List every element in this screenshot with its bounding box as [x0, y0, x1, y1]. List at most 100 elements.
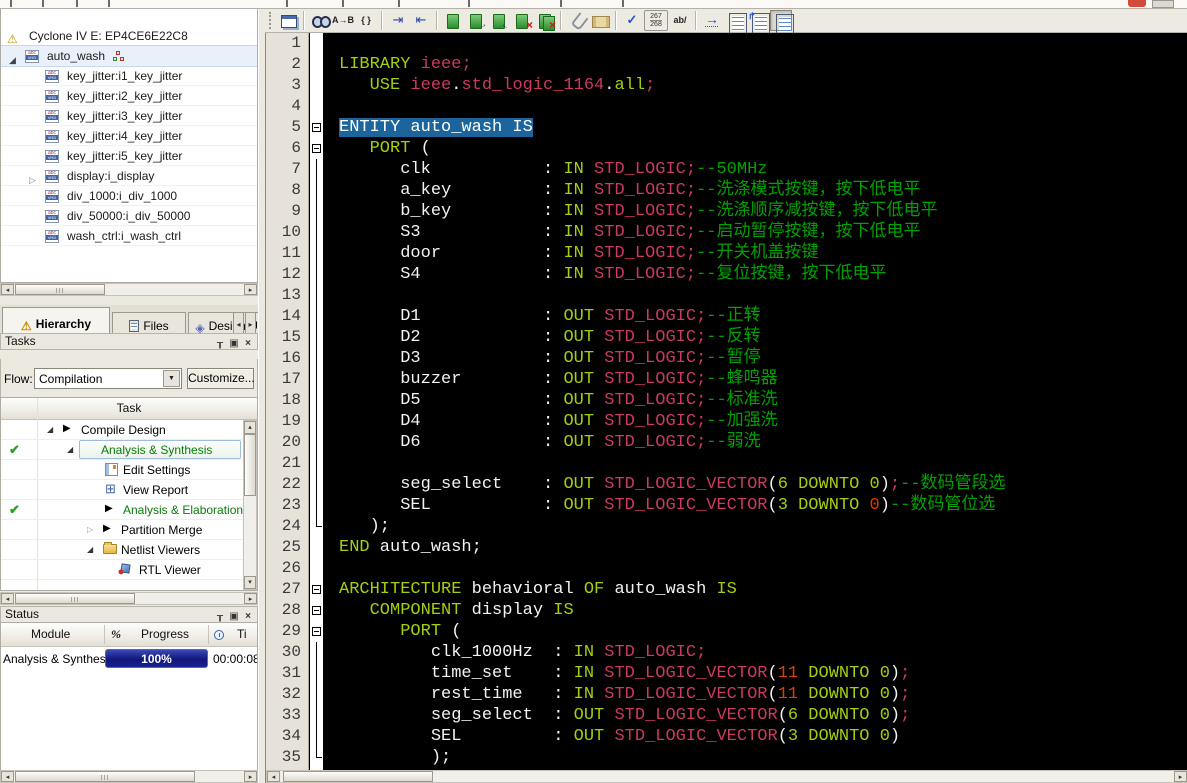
task-row-netlist-viewers[interactable]: ◢Netlist Viewers — [1, 540, 243, 560]
tree-item-child-8[interactable]: abcVHDwash_ctrl:i_wash_ctrl — [1, 226, 257, 246]
code-fold-margin[interactable] — [310, 33, 323, 783]
fold-toggle-icon[interactable] — [310, 138, 323, 159]
tree-item-child-6[interactable]: abcVHDdiv_1000:i_div_1000 — [1, 186, 257, 206]
tree-item-child-3[interactable]: abcVHDkey_jitter:i4_key_jitter — [1, 126, 257, 146]
tree-item-child-7[interactable]: abcVHDdiv_50000:i_div_50000 — [1, 206, 257, 226]
status-module: Analysis & Synthesis — [3, 652, 114, 666]
code-line-30: clk_1000Hz : IN STD_LOGIC; — [323, 642, 1187, 663]
code-line-28: COMPONENT display IS — [323, 600, 1187, 621]
code-text-area[interactable]: LIBRARY ieee; USE ieee.std_logic_1164.al… — [323, 33, 1187, 783]
code-line-25: END auto_wash; — [323, 537, 1187, 558]
line-number: 5 — [266, 117, 308, 138]
toolbar-overflow-button[interactable] — [1152, 0, 1174, 8]
tree-item-child-5[interactable]: ▷abcVHDdisplay:i_display — [1, 166, 257, 186]
pin-icon[interactable]: ┰ — [213, 336, 227, 351]
clear-bookmark-icon[interactable]: × — [511, 10, 533, 31]
code-editor[interactable]: 1234567891011121314151617181920212223242… — [265, 33, 1187, 783]
tree-item-auto-wash[interactable]: ◢abcVHDauto_wash — [1, 46, 257, 66]
previous-bookmark-icon[interactable]: ← — [488, 10, 510, 31]
clock-icon — [214, 629, 224, 643]
fold-margin-cell — [310, 264, 323, 285]
detach-editor-icon[interactable] — [277, 10, 299, 31]
fold-toggle-icon[interactable] — [310, 621, 323, 642]
task-column-header[interactable]: Task — [1, 398, 257, 420]
fold-margin-cell — [310, 432, 323, 453]
line-number: 14 — [266, 306, 308, 327]
fold-margin-cell — [310, 222, 323, 243]
task-label: Edit Settings — [123, 463, 190, 477]
code-line-12: S4 : IN STD_LOGIC;--复位按键，按下低电平 — [323, 264, 1187, 285]
tree-item-child-4[interactable]: abcVHDkey_jitter:i5_key_jitter — [1, 146, 257, 166]
document-outline-icon[interactable] — [724, 10, 746, 31]
expand-icon[interactable]: ▷ — [87, 525, 93, 534]
line-number-gutter: 1234567891011121314151617181920212223242… — [266, 33, 309, 783]
customize-button[interactable]: Customize... — [187, 368, 254, 389]
attach-file-icon[interactable] — [566, 10, 588, 31]
tree-item-child-0[interactable]: abcVHDkey_jitter:i1_key_jitter — [1, 66, 257, 86]
task-row-rtl-viewer[interactable]: RTL Viewer — [1, 560, 243, 580]
fold-toggle-icon[interactable] — [310, 579, 323, 600]
time-column-header[interactable]: Ti — [237, 627, 247, 641]
find-icon[interactable] — [309, 10, 331, 31]
task-label: Partition Merge — [121, 523, 202, 537]
collapse-icon[interactable]: ◢ — [67, 445, 73, 454]
task-row-analysis-elaboration[interactable]: ✔▶Analysis & Elaboration — [1, 500, 243, 520]
toolbar-grip[interactable] — [269, 12, 272, 29]
task-row-view-report[interactable]: ⊞View Report — [1, 480, 243, 500]
status-hscrollbar[interactable]: ◂ ▸ — [0, 770, 258, 783]
replace-icon[interactable]: A→B — [332, 10, 354, 31]
tasks-hscrollbar[interactable]: ◂ ▸ — [0, 592, 258, 605]
match-braces-icon[interactable]: { } — [355, 10, 377, 31]
comment-toggle-icon[interactable]: ab/ — [669, 10, 691, 31]
navigator-hscrollbar[interactable]: ◂ ▸ — [0, 283, 258, 296]
spell-check-icon[interactable]: ✓ — [621, 10, 643, 31]
settings-icon — [105, 463, 118, 476]
goto-line-icon[interactable]: → — [701, 10, 723, 31]
flow-combobox[interactable]: Compilation ▼ — [34, 368, 182, 389]
close-icon[interactable]: × — [241, 336, 255, 351]
insert-template-icon[interactable] — [589, 10, 611, 31]
fold-margin-cell — [310, 705, 323, 726]
code-line-24: ); — [323, 516, 1187, 537]
code-line-11: door : IN STD_LOGIC;--开关机盖按键 — [323, 243, 1187, 264]
task-row-edit-settings[interactable]: Edit Settings — [1, 460, 243, 480]
document-new-view-icon[interactable] — [747, 10, 769, 31]
toggle-bookmark-icon[interactable] — [442, 10, 464, 31]
collapse-icon[interactable]: ◢ — [87, 545, 93, 554]
chevron-down-icon[interactable]: ▼ — [163, 370, 180, 387]
indent-icon[interactable]: ⇥ — [387, 10, 409, 31]
clear-all-bookmarks-icon[interactable]: × — [534, 10, 556, 31]
collapse-icon[interactable]: ◢ — [47, 425, 53, 434]
line-number: 27 — [266, 579, 308, 600]
fold-toggle-icon[interactable] — [310, 600, 323, 621]
line-number: 19 — [266, 411, 308, 432]
fold-margin-cell — [310, 159, 323, 180]
flow-row: Flow: Compilation ▼ Customize... — [0, 359, 258, 397]
line-number: 11 — [266, 243, 308, 264]
next-bookmark-icon[interactable]: → — [465, 10, 487, 31]
line-number: 10 — [266, 222, 308, 243]
progress-bar: 100% — [105, 649, 208, 668]
fold-margin-cell — [310, 453, 323, 474]
fold-toggle-icon[interactable] — [310, 117, 323, 138]
progress-column-header[interactable]: Progress — [141, 627, 189, 641]
module-column-header[interactable]: Module — [31, 627, 70, 641]
line-number: 3 — [266, 75, 308, 96]
document-full-view-icon[interactable] — [770, 10, 792, 31]
fold-margin-cell — [310, 54, 323, 75]
device-label: Cyclone IV E: EP4CE6E22C8 — [29, 26, 188, 46]
task-row-analysis-synthesis[interactable]: ✔◢▶Analysis & Synthesis — [1, 440, 243, 460]
tree-item-child-1[interactable]: abcVHDkey_jitter:i2_key_jitter — [1, 86, 257, 106]
line-counter-icon[interactable]: 267268 — [644, 10, 668, 31]
editor-hscrollbar[interactable]: ◂ ▸ — [266, 770, 1187, 783]
tree-item-device[interactable]: ⚠Cyclone IV E: EP4CE6E22C8 — [1, 26, 257, 46]
float-icon[interactable]: ▣ — [227, 336, 241, 351]
panel-splitter[interactable] — [258, 9, 265, 783]
unindent-icon[interactable]: ⇤ — [410, 10, 432, 31]
task-row-partition-merge[interactable]: ▷▶Partition Merge — [1, 520, 243, 540]
tree-item-child-2[interactable]: abcVHDkey_jitter:i3_key_jitter — [1, 106, 257, 126]
task-label: Analysis & Synthesis — [101, 443, 212, 457]
tasks-vscrollbar[interactable]: ▴ ▾ — [243, 420, 257, 590]
task-row-compile-design[interactable]: ◢▶Compile Design — [1, 420, 243, 440]
code-line-13 — [323, 285, 1187, 306]
